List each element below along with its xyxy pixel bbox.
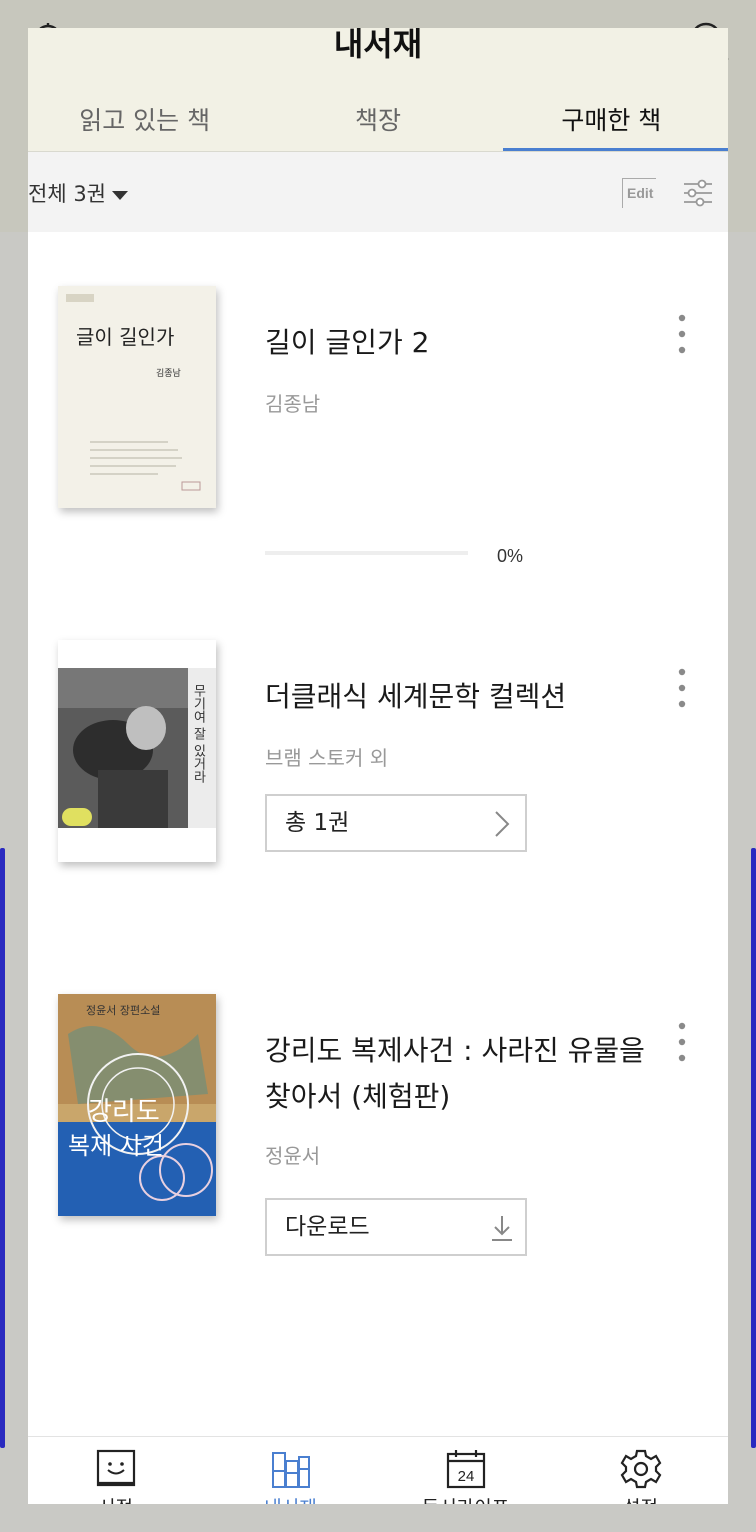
tab-purchased[interactable]: 구매한 책 [495,100,728,152]
cover-illustration: 정윤서 장편소설 강리도 복제 사건 [58,994,216,1216]
cover-author: 김종남 [156,367,181,379]
nav-reading-life[interactable]: 24 독서라이프 [378,1437,553,1504]
store-icon [96,1449,135,1487]
edit-button[interactable]: Edit [622,178,656,208]
gear-icon [620,1449,661,1489]
progress-bar [265,551,468,555]
filter-label: 전체 3권 [28,182,106,206]
caret-down-icon [112,190,128,200]
book-item[interactable]: 무기여 잘 있거라 더클래식 세계문학 컬렉션 브램 스토커 외 총 1권 [28,640,728,900]
book-title: 길이 글인가 2 [265,326,430,359]
book-author: 정윤서 [265,1144,321,1168]
more-options-icon[interactable] [676,314,688,354]
nav-library[interactable]: 내서재 [203,1437,378,1504]
cover-illustration: 무기여 잘 있거라 [58,640,216,862]
book-author: 브램 스토커 외 [265,746,389,770]
app-window: 내서재 읽고 있는 책 책장 구매한 책 전체 3권 Edit 글이 길인가 김… [28,28,728,1504]
nav-reading-life-label: 독서라이프 [378,1493,553,1504]
top-bar: 내서재 읽고 있는 책 책장 구매한 책 [28,28,728,152]
cover-title-line1: 강리도 [88,1097,160,1127]
chevron-right-icon [495,811,510,837]
nav-settings[interactable]: 설정 [553,1437,728,1504]
filter-dropdown[interactable]: 전체 3권 [28,178,128,208]
more-options-icon[interactable] [676,1022,688,1062]
book-author: 김종남 [265,392,321,416]
filter-row: 전체 3권 Edit [28,152,728,232]
download-button[interactable]: 다운로드 [265,1198,527,1256]
tab-bookshelf[interactable]: 책장 [261,100,494,152]
download-icon [492,1216,512,1241]
volumes-label: 총 1권 [285,810,350,836]
page-title: 내서재 [333,28,423,63]
cover-illustration: 글이 길인가 김종남 [58,286,216,508]
more-options-icon[interactable] [676,668,688,708]
nav-settings-label: 설정 [553,1493,728,1504]
tab-bar: 읽고 있는 책 책장 구매한 책 [28,100,728,152]
tab-reading[interactable]: 읽고 있는 책 [28,100,261,152]
nav-store[interactable]: 서점 [28,1437,203,1504]
cover-top-text: 정윤서 장편소설 [86,1004,160,1017]
volumes-button[interactable]: 총 1권 [265,794,527,852]
book-item[interactable]: 정윤서 장편소설 강리도 복제 사건 강리도 복제사건 : 사라진 유물을 찾아… [28,994,728,1264]
filter-settings-icon[interactable] [682,178,714,208]
download-label: 다운로드 [285,1214,370,1240]
nav-store-label: 서점 [28,1493,203,1504]
book-title: 더클래식 세계문학 컬렉션 [265,680,567,713]
book-cover[interactable]: 글이 길인가 김종남 [58,286,216,508]
book-item[interactable]: 글이 길인가 김종남 길이 글인가 2 김종남 0% [28,286,728,586]
book-title: 강리도 복제사건 : 사라진 유물을 찾아서 (체험판) [265,1034,645,1113]
calendar-icon: 24 [446,1450,485,1489]
calendar-day: 24 [457,1468,474,1485]
nav-library-label: 내서재 [203,1493,378,1504]
progress-text: 0% [497,546,524,566]
scroll-indicator-right [751,848,756,1448]
cover-title: 무기여 잘 있거라 [191,684,206,784]
cover-title: 글이 길인가 [76,325,174,349]
library-icon [271,1452,310,1488]
cover-title-line2: 복제 사건 [68,1132,164,1160]
book-cover[interactable]: 무기여 잘 있거라 [58,640,216,862]
bottom-nav: 서점 내서재 24 독서라이프 [28,1436,728,1504]
scroll-indicator-left [0,848,5,1448]
book-cover[interactable]: 정윤서 장편소설 강리도 복제 사건 [58,994,216,1216]
